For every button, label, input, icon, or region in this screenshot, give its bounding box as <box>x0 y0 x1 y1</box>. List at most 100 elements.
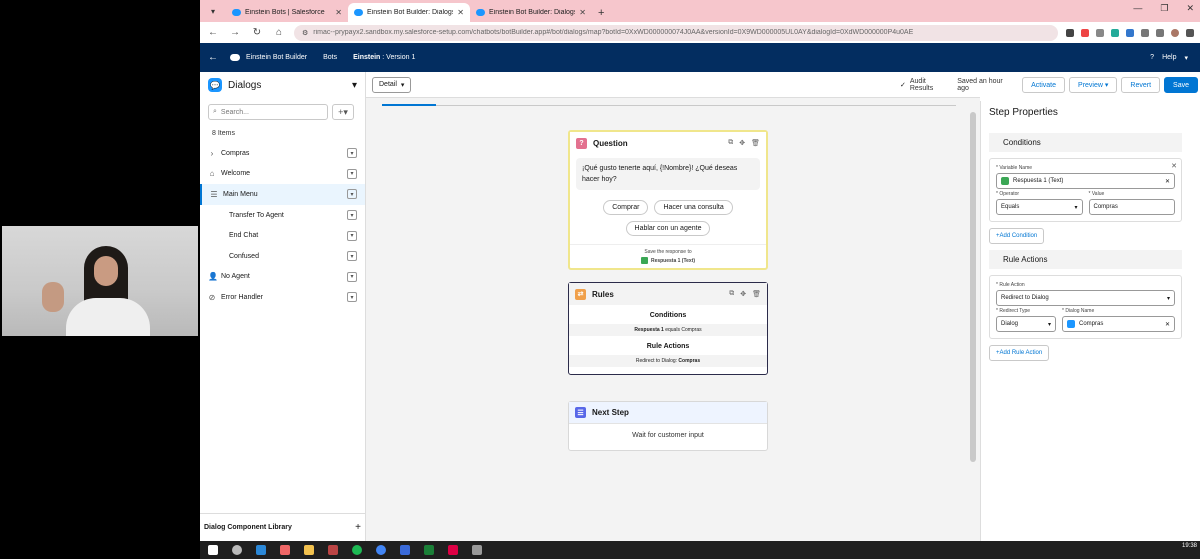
new-tab-button[interactable]: + <box>598 7 604 19</box>
extension-icon[interactable] <box>1111 28 1119 37</box>
browser-tab-1[interactable]: Einstein Bots | Salesforce ✕ <box>226 3 348 22</box>
bots-link[interactable]: Bots <box>323 54 337 61</box>
variable-name-field[interactable]: Respuesta 1 (Text) ✕ <box>996 173 1175 189</box>
operator-select[interactable]: Equals ▾ <box>996 199 1083 215</box>
add-rule-action-button[interactable]: +Add Rule Action <box>989 345 1050 361</box>
dropdown-icon[interactable]: ▾ <box>347 271 357 282</box>
extension-icon[interactable] <box>1126 28 1134 37</box>
tab-search-icon[interactable]: ▾ <box>204 2 222 20</box>
dropdown-icon[interactable]: ▾ <box>347 168 357 179</box>
extension-icon[interactable] <box>1096 28 1104 37</box>
preview-button[interactable]: Preview ▾ <box>1069 77 1118 93</box>
minimize-icon[interactable]: — <box>1133 3 1142 14</box>
chevron-down-icon[interactable]: ▾ <box>352 80 357 91</box>
excel-icon[interactable] <box>424 545 434 555</box>
dialog-label: Transfer To Agent <box>229 211 284 219</box>
windows-start-icon[interactable] <box>208 545 218 555</box>
value-input[interactable]: Compras <box>1088 199 1175 215</box>
choice-chip[interactable]: Comprar <box>603 200 649 215</box>
delete-icon[interactable]: 🗑 <box>752 290 761 298</box>
save-button[interactable]: Save <box>1164 77 1198 93</box>
plus-icon[interactable]: + <box>355 522 361 533</box>
dialog-item-error-handler[interactable]: ⊘ Error Handler ▾ <box>200 287 365 308</box>
close-window-icon[interactable]: ✕ <box>1186 3 1194 14</box>
address-bar[interactable]: ⚙ rimac--prypayx2.sandbox.my.salesforce-… <box>294 24 1058 41</box>
chevron-right-icon[interactable]: › <box>208 149 216 158</box>
close-icon[interactable]: ✕ <box>335 8 342 17</box>
choice-chip[interactable]: Hacer una consulta <box>654 200 733 215</box>
next-step-card[interactable]: ☰ Next Step Wait for customer input <box>568 401 768 451</box>
activate-button[interactable]: Activate <box>1022 77 1066 93</box>
dropdown-icon[interactable]: ▾ <box>347 230 357 241</box>
add-condition-button[interactable]: +Add Condition <box>989 228 1045 244</box>
search-icon[interactable] <box>232 545 242 555</box>
chrome-icon[interactable] <box>376 545 386 555</box>
powerpoint-icon[interactable] <box>448 545 458 555</box>
choice-chip[interactable]: Hablar con un agente <box>625 221 711 236</box>
app-icon[interactable] <box>400 545 410 555</box>
dialog-item-confused[interactable]: Confused ▾ <box>200 246 365 267</box>
extension-icon[interactable] <box>1081 28 1089 37</box>
app-icon[interactable] <box>472 545 482 555</box>
dropdown-icon[interactable]: ▾ <box>347 148 357 159</box>
browser-tab-2[interactable]: Einstein Bot Builder: Dialogs ✕ <box>348 3 470 22</box>
component-library-footer[interactable]: Dialog Component Library + <box>200 513 365 541</box>
clear-icon[interactable]: ✕ <box>1165 321 1170 328</box>
folder-icon[interactable] <box>304 545 314 555</box>
sidebar-icon[interactable] <box>1156 28 1164 37</box>
kebab-menu-icon[interactable] <box>1186 28 1194 37</box>
dropdown-icon[interactable]: ▾ <box>347 251 357 262</box>
next-step-text: Wait for customer input <box>632 432 704 439</box>
windows-taskbar: 19:38 <box>200 541 1200 559</box>
close-icon[interactable]: ✕ <box>1171 162 1177 170</box>
spotify-icon[interactable] <box>352 545 362 555</box>
revert-button[interactable]: Revert <box>1121 77 1161 93</box>
dialog-item-welcome[interactable]: ⌂ Welcome ▾ <box>200 164 365 185</box>
dialog-item-transfer-to-agent[interactable]: Transfer To Agent ▾ <box>200 205 365 226</box>
clear-icon[interactable]: ✕ <box>1165 178 1170 185</box>
redirect-type-select[interactable]: Dialog ▾ <box>996 316 1056 332</box>
site-info-icon[interactable]: ⚙ <box>302 29 308 37</box>
dialog-item-compras[interactable]: › Compras ▾ <box>200 143 365 164</box>
star-icon[interactable] <box>1066 28 1074 37</box>
back-icon[interactable]: ← <box>206 27 220 38</box>
dropdown-icon[interactable]: ▾ <box>347 292 357 303</box>
audit-results[interactable]: ✓ Audit Results <box>900 78 949 92</box>
close-icon[interactable]: ✕ <box>579 8 586 17</box>
app-icon[interactable] <box>328 545 338 555</box>
copy-icon[interactable]: ⧉ <box>729 290 734 298</box>
move-icon[interactable]: ✥ <box>739 139 745 147</box>
detail-view-select[interactable]: Detail ▾ <box>372 76 412 93</box>
rule-actions-section-header: Rule Actions <box>989 250 1182 269</box>
browser-tab-3[interactable]: Einstein Bot Builder: Dialogs ✕ <box>470 3 592 22</box>
move-icon[interactable]: ✥ <box>740 290 746 298</box>
rule-action-select[interactable]: Redirect to Dialog ▾ <box>996 290 1175 306</box>
app-icon[interactable] <box>280 545 290 555</box>
search-input[interactable]: ⌕ Search... <box>208 104 328 120</box>
maximize-icon[interactable]: ❐ <box>1160 3 1168 14</box>
dialog-item-end-chat[interactable]: End Chat ▾ <box>200 225 365 246</box>
dialog-item-no-agent[interactable]: 👤 No Agent ▾ <box>200 267 365 288</box>
app-icon[interactable] <box>256 545 266 555</box>
rules-step-card[interactable]: ⇄ Rules ⧉ ✥ 🗑 Conditions Respuesta 1 equ… <box>568 282 768 375</box>
home-icon[interactable]: ⌂ <box>272 27 286 38</box>
bot-version[interactable]: : Version 1 <box>380 54 415 61</box>
dialog-item-main-menu[interactable]: ☰ Main Menu ▾ <box>200 184 365 205</box>
chevron-down-icon: ▾ <box>1184 54 1188 62</box>
reload-icon[interactable]: ↻ <box>250 27 264 38</box>
delete-icon[interactable]: 🗑 <box>751 139 760 147</box>
dropdown-icon[interactable]: ▾ <box>347 210 357 221</box>
back-arrow-icon[interactable]: ← <box>200 52 226 63</box>
canvas-scrollbar[interactable] <box>970 112 976 462</box>
copy-icon[interactable]: ⧉ <box>728 139 733 147</box>
dialog-name-field[interactable]: Compras ✕ <box>1062 316 1175 332</box>
help-menu[interactable]: ? Help ▾ <box>1150 54 1188 62</box>
avatar[interactable] <box>1171 28 1179 37</box>
dropdown-icon[interactable]: ▾ <box>347 189 357 200</box>
puzzle-icon[interactable] <box>1141 28 1149 37</box>
add-dialog-button[interactable]: + ▾ <box>332 104 354 120</box>
forward-icon[interactable]: → <box>228 27 242 38</box>
salesforce-cloud-icon <box>476 9 485 16</box>
question-step-card[interactable]: ? Question ⧉ ✥ 🗑 ¡Qué gusto tenerte aquí… <box>568 130 768 270</box>
close-icon[interactable]: ✕ <box>457 8 464 17</box>
